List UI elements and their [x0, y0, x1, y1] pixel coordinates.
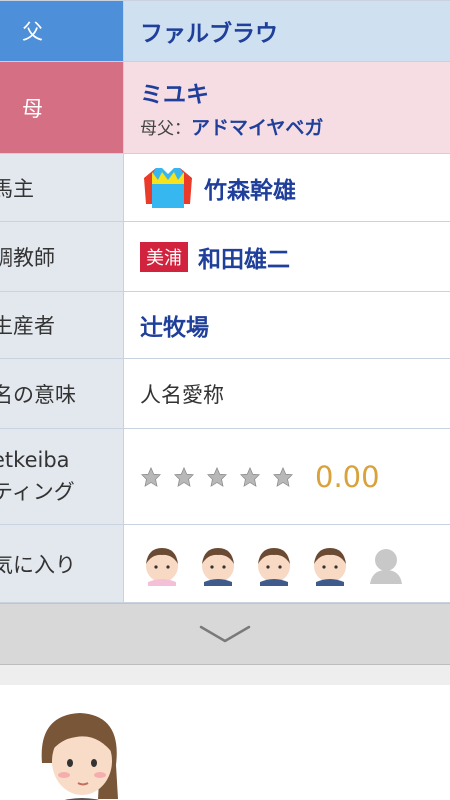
trainer-link[interactable]: 和田雄二 [198, 240, 290, 274]
bottom-section [0, 685, 450, 800]
mother-sire-line: 母父：アドマイヤベガ [140, 113, 323, 140]
user-avatar-icon[interactable] [252, 542, 296, 586]
father-label: 父 [0, 1, 124, 61]
star-icon[interactable] [272, 466, 294, 488]
mother-value-cell: ミユキ 母父：アドマイヤベガ [124, 62, 450, 153]
trainer-row: 調教師 美浦 和田雄二 [0, 222, 450, 292]
father-link[interactable]: ファルブラウ [140, 14, 278, 48]
trainer-label: 調教師 [0, 222, 124, 291]
mother-sire-link[interactable]: アドマイヤベガ [191, 117, 323, 139]
section-divider [0, 665, 450, 685]
name-meaning-label: 名の意味 [0, 359, 124, 428]
breeder-link[interactable]: 辻牧場 [140, 308, 209, 342]
rating-label-line2: ティング [0, 479, 75, 504]
mother-link[interactable]: ミユキ [140, 75, 209, 109]
user-avatar-icon[interactable] [196, 542, 240, 586]
breeder-label: 生産者 [0, 292, 124, 358]
name-meaning-value-cell: 人名愛称 [124, 359, 450, 428]
name-meaning-row: 名の意味 人名愛称 [0, 359, 450, 429]
star-icon[interactable] [206, 466, 228, 488]
name-meaning-value: 人名愛称 [140, 382, 224, 407]
user-avatar-icon[interactable] [140, 542, 184, 586]
owner-value-cell: 竹森幹雄 [124, 154, 450, 221]
jockey-silks-icon [144, 167, 192, 208]
owner-label: 馬主 [0, 154, 124, 221]
rating-value: 0.00 [315, 459, 380, 494]
owner-link[interactable]: 竹森幹雄 [204, 171, 296, 205]
user-avatar-icon[interactable] [308, 542, 352, 586]
expand-more-button[interactable] [0, 603, 450, 665]
breeder-value-cell: 辻牧場 [124, 292, 450, 358]
trainer-value-cell: 美浦 和田雄二 [124, 222, 450, 291]
mother-sire-label: 母父： [140, 119, 191, 139]
favorites-row: 気に入り [0, 525, 450, 603]
rating-label-line1: etkeiba [0, 448, 70, 472]
user-avatar-placeholder-icon[interactable] [364, 542, 408, 586]
favorites-value-cell [124, 525, 450, 602]
trainer-region-badge: 美浦 [140, 241, 188, 272]
rating-label: etkeiba ティング [0, 429, 124, 524]
rating-row: etkeiba ティング 0.00 [0, 429, 450, 525]
mother-row: 母 ミユキ 母父：アドマイヤベガ [0, 62, 450, 154]
chevron-down-icon [199, 625, 251, 643]
breeder-row: 生産者 辻牧場 [0, 292, 450, 359]
owner-row: 馬主 竹森幹雄 [0, 154, 450, 222]
mother-label: 母 [0, 62, 124, 153]
star-icon[interactable] [173, 466, 195, 488]
father-value-cell: ファルブラウ [124, 1, 450, 61]
rating-value-cell: 0.00 [124, 429, 450, 524]
horse-profile-table: 父 ファルブラウ 母 ミユキ 母父：アドマイヤベガ 馬主 竹森幹雄 調教師 [0, 0, 450, 603]
star-icon[interactable] [140, 466, 162, 488]
character-illustration [41, 713, 118, 800]
father-row: 父 ファルブラウ [0, 1, 450, 62]
star-icon[interactable] [239, 466, 261, 488]
favorites-label: 気に入り [0, 525, 124, 602]
